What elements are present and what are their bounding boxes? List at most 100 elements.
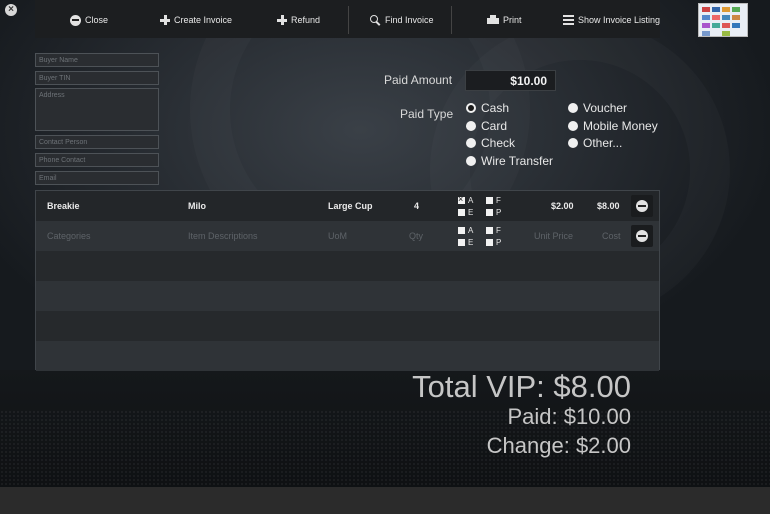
radio-cash-label: Cash xyxy=(481,101,510,115)
flag-f-label: F xyxy=(496,196,501,205)
radio-icon xyxy=(568,138,578,148)
paid-total: Paid: $10.00 xyxy=(507,404,631,429)
find-invoice-button[interactable]: Find Invoice xyxy=(370,12,434,28)
remove-item-button[interactable] xyxy=(631,225,653,247)
find-invoice-label: Find Invoice xyxy=(385,15,434,25)
thumbnail-cell xyxy=(702,15,710,20)
thumbnail-cell xyxy=(732,7,740,12)
radio-icon xyxy=(568,103,578,113)
radio-wire-transfer[interactable]: Wire Transfer xyxy=(466,154,553,168)
item-flags: A F E P xyxy=(458,194,508,219)
minus-circle-icon xyxy=(70,14,81,26)
flag-e-checkbox[interactable]: E xyxy=(458,238,473,247)
email-field[interactable]: Email xyxy=(35,171,159,185)
thumbnail-cell xyxy=(732,15,740,20)
radio-mobile-money[interactable]: Mobile Money xyxy=(568,119,658,133)
create-invoice-button[interactable]: Create Invoice xyxy=(160,12,232,28)
phone-contact-field[interactable]: Phone Contact xyxy=(35,153,159,167)
checkbox-icon xyxy=(486,197,493,204)
item-qty: 4 xyxy=(414,201,420,211)
search-icon xyxy=(370,14,381,26)
flag-a-checkbox[interactable]: A xyxy=(458,194,473,205)
toolbar-separator xyxy=(451,6,452,34)
flag-f-checkbox[interactable]: F xyxy=(486,196,501,205)
thumbnail-cell xyxy=(712,7,720,12)
flag-e-checkbox[interactable]: E xyxy=(458,208,473,217)
list-icon xyxy=(563,15,574,25)
uom-placeholder[interactable]: UoM xyxy=(328,231,347,241)
qty-placeholder[interactable]: Qty xyxy=(409,231,423,241)
flag-p-checkbox[interactable]: P xyxy=(486,238,501,247)
plus-icon xyxy=(277,15,287,25)
table-row[interactable]: Categories Item Descriptions UoM Qty A F… xyxy=(36,221,659,251)
toolbar: Close Create Invoice Refund Find Invoice… xyxy=(35,0,660,38)
thumbnail-cell xyxy=(722,31,730,36)
thumbnail-cell xyxy=(702,31,710,36)
radio-voucher-label: Voucher xyxy=(583,101,628,115)
footer-bar xyxy=(0,487,770,514)
printer-icon xyxy=(487,15,499,25)
buyer-tin-field[interactable]: Buyer TIN xyxy=(35,71,159,85)
radio-card[interactable]: Card xyxy=(466,119,507,133)
checkbox-icon xyxy=(458,239,465,246)
flag-p-label: P xyxy=(496,208,502,217)
thumbnail-cell xyxy=(702,23,710,28)
table-row-empty xyxy=(36,341,659,371)
thumbnail-cell xyxy=(712,23,720,28)
radio-other[interactable]: Other... xyxy=(568,136,622,150)
show-invoice-listing-button[interactable]: Show Invoice Listing xyxy=(563,12,660,28)
thumbnail-cell xyxy=(722,15,730,20)
flag-a-label: A xyxy=(468,226,474,235)
contact-person-field[interactable]: Contact Person xyxy=(35,135,159,149)
flag-f-checkbox[interactable]: F xyxy=(486,226,501,235)
flag-a-checkbox[interactable]: A xyxy=(458,226,473,235)
radio-icon xyxy=(466,138,476,148)
description-placeholder[interactable]: Item Descriptions xyxy=(188,231,258,241)
minus-circle-icon xyxy=(636,230,648,242)
refund-button[interactable]: Refund xyxy=(277,12,320,28)
paid-amount-input[interactable]: $10.00 xyxy=(465,70,556,91)
background-pattern xyxy=(0,410,770,486)
item-cost: $8.00 xyxy=(597,201,620,211)
buyer-name-field[interactable]: Buyer Name xyxy=(35,53,159,67)
checkbox-checked-icon xyxy=(458,194,465,204)
thumbnail-cell xyxy=(722,7,730,12)
flag-p-checkbox[interactable]: P xyxy=(486,208,501,217)
thumbnail-cell xyxy=(712,15,720,20)
print-label: Print xyxy=(503,15,522,25)
window-close-icon[interactable]: × xyxy=(5,4,17,16)
preview-thumbnail[interactable] xyxy=(698,3,748,37)
radio-icon xyxy=(466,156,476,166)
unit-price-placeholder[interactable]: Unit Price xyxy=(534,231,573,241)
item-category: Breakie xyxy=(47,201,80,211)
radio-icon xyxy=(568,121,578,131)
radio-other-label: Other... xyxy=(583,136,623,150)
radio-wire-transfer-label: Wire Transfer xyxy=(481,154,554,168)
table-row[interactable]: Breakie Milo Large Cup 4 A F E P $2.00 $… xyxy=(36,191,659,221)
checkbox-icon xyxy=(458,227,465,234)
remove-item-button[interactable] xyxy=(631,195,653,217)
radio-check[interactable]: Check xyxy=(466,136,515,150)
item-uom: Large Cup xyxy=(328,201,373,211)
checkbox-icon xyxy=(486,227,493,234)
minus-circle-icon xyxy=(636,200,648,212)
table-row-empty xyxy=(36,251,659,281)
category-placeholder[interactable]: Categories xyxy=(47,231,91,241)
radio-cash[interactable]: Cash xyxy=(466,101,509,115)
address-field[interactable]: Address xyxy=(35,88,159,131)
radio-icon xyxy=(466,121,476,131)
toolbar-separator xyxy=(348,6,349,34)
thumbnail-cell xyxy=(722,23,730,28)
radio-check-label: Check xyxy=(481,136,516,150)
radio-voucher[interactable]: Voucher xyxy=(568,101,627,115)
close-button[interactable]: Close xyxy=(70,12,108,28)
paid-amount-label: Paid Amount xyxy=(384,73,453,87)
thumbnail-cell xyxy=(732,23,740,28)
checkbox-icon xyxy=(486,239,493,246)
print-button[interactable]: Print xyxy=(487,12,522,28)
flag-f-label: F xyxy=(496,226,501,235)
paid-type-label: Paid Type xyxy=(400,107,454,121)
item-flags: A F E P xyxy=(458,225,508,249)
radio-card-label: Card xyxy=(481,119,508,133)
table-row-empty xyxy=(36,281,659,311)
